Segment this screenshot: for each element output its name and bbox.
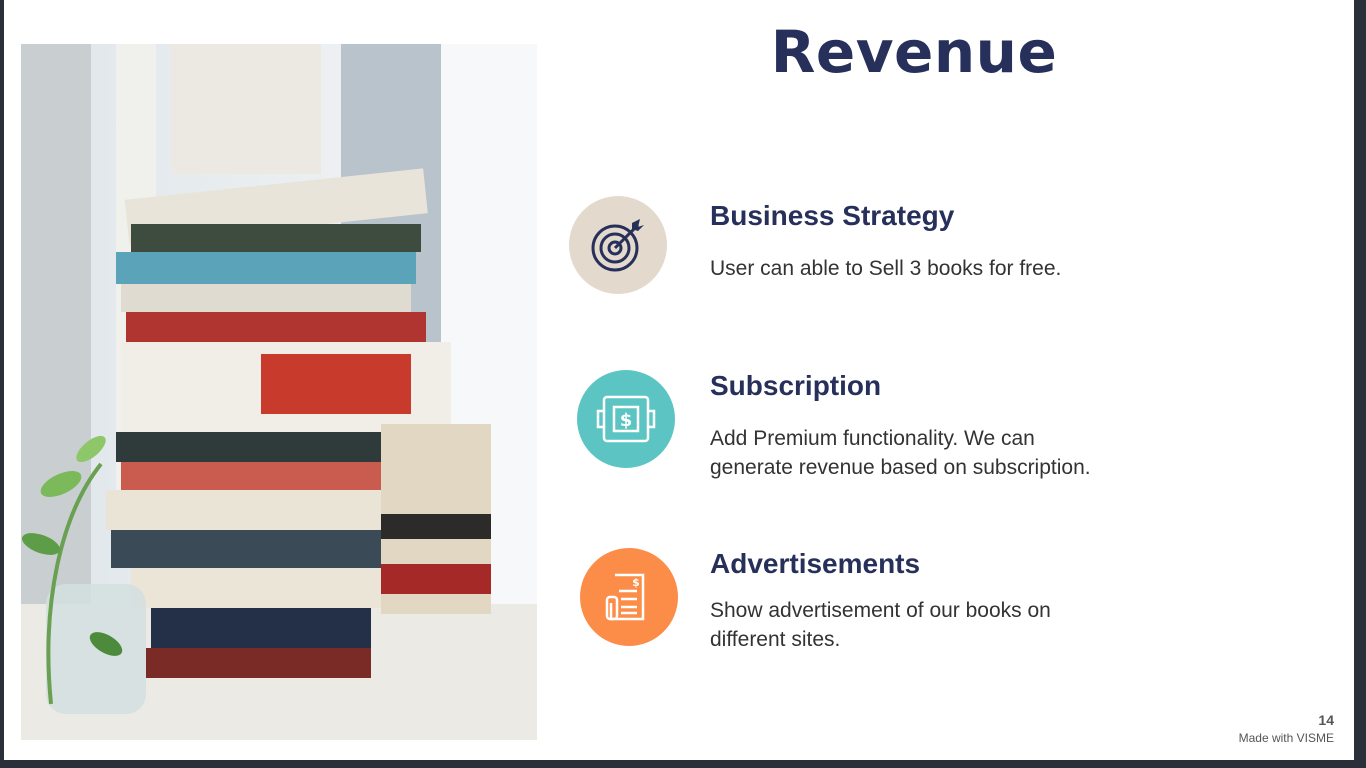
item-description: Show advertisement of our books on diffe… xyxy=(710,599,1051,651)
item-description: User can able to Sell 3 books for free. xyxy=(710,257,1062,280)
target-icon xyxy=(591,219,644,272)
books-photo xyxy=(21,44,537,740)
svg-text:$: $ xyxy=(620,410,633,431)
list-item-subscription: $ Subscription Add Premium functionality… xyxy=(564,370,1264,480)
list-item-advertisements: $ Advertisements Show advertisement of o… xyxy=(564,548,1264,658)
item-heading: Advertisements xyxy=(710,548,921,579)
invoice-icon-circle: $ xyxy=(580,548,678,646)
visme-credit-link[interactable]: Made with VISME xyxy=(1239,731,1334,745)
item-description: Add Premium functionality. We can genera… xyxy=(710,427,1091,479)
page-number: 14 xyxy=(1318,712,1334,728)
item-heading: Subscription xyxy=(710,370,882,401)
slide: Revenue Business Strategy User can able … xyxy=(4,0,1354,760)
dollar-cycle-icon-circle: $ xyxy=(577,370,675,468)
list-item-business-strategy: Business Strategy User can able to Sell … xyxy=(564,196,1264,310)
invoice-icon: $ xyxy=(605,573,645,621)
item-heading: Business Strategy xyxy=(710,200,955,231)
svg-text:$: $ xyxy=(632,576,640,589)
page-title: Revenue xyxy=(770,18,1058,86)
dollar-cycle-icon: $ xyxy=(596,395,656,443)
target-icon-circle xyxy=(569,196,667,294)
